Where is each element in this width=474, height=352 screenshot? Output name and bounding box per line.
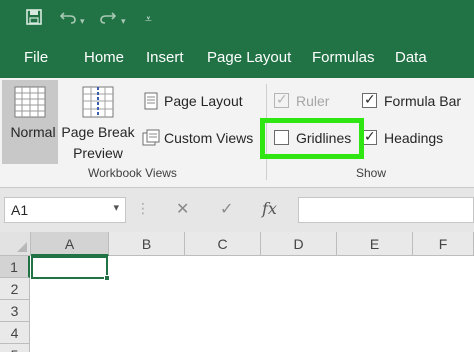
column-header-a[interactable]: A <box>31 232 109 256</box>
page-break-label-line2: Preview <box>73 145 123 161</box>
column-header-e[interactable]: E <box>337 232 413 256</box>
formula-input[interactable] <box>298 197 474 223</box>
headings-checkbox[interactable]: ✓ Headings <box>362 127 474 151</box>
formula-bar-checkbox[interactable]: ✓ Formula Bar <box>362 90 474 114</box>
custom-views-button[interactable]: Custom Views <box>142 127 262 151</box>
headings-check-icon: ✓ <box>362 128 377 145</box>
enter-icon[interactable]: ✓ <box>220 199 233 219</box>
custom-views-icon <box>142 129 160 152</box>
page-break-preview-button[interactable]: Page Break Preview <box>60 80 136 164</box>
formula-bar-label: Formula Bar <box>384 93 462 109</box>
name-box-value: A1 <box>11 202 29 218</box>
workbook-views-group-label: Workbook Views <box>88 166 177 180</box>
ribbon-tabs: File Home Insert Page Layout Formulas Da… <box>0 38 474 78</box>
active-cell[interactable] <box>31 256 110 281</box>
formula-bar-grip-icon: ⋮ <box>136 200 150 216</box>
redo-dropdown-icon[interactable]: ▾ <box>121 12 126 30</box>
page-layout-view-label: Page Layout <box>164 93 243 109</box>
ruler-label: Ruler <box>296 93 330 109</box>
customize-toolbar-icon[interactable]: ⩡ <box>145 10 152 28</box>
formula-buttons: ✕ ✓ fx <box>150 197 290 223</box>
column-header-c[interactable]: C <box>185 232 261 256</box>
select-all-corner[interactable] <box>0 232 31 256</box>
page-break-preview-icon <box>82 86 114 123</box>
normal-view-label: Normal <box>10 124 56 140</box>
normal-view-icon <box>14 86 46 123</box>
undo-icon[interactable] <box>59 9 76 30</box>
row-header-1[interactable]: 1 <box>0 256 30 278</box>
save-icon[interactable] <box>26 9 42 30</box>
tab-insert[interactable]: Insert <box>146 48 184 68</box>
tab-page-layout[interactable]: Page Layout <box>207 48 291 68</box>
tab-home[interactable]: Home <box>84 48 124 68</box>
page-layout-view-button[interactable]: Page Layout <box>142 90 262 114</box>
gridlines-highlight-box <box>260 118 364 159</box>
normal-view-button[interactable]: Normal <box>2 80 58 164</box>
row-header-4[interactable]: 4 <box>0 322 30 344</box>
page-break-label-line1: Page Break <box>61 124 135 140</box>
column-header-f[interactable]: F <box>413 232 474 256</box>
ruler-check-icon: ✓ <box>274 91 289 108</box>
column-header-d[interactable]: D <box>261 232 337 256</box>
row-header-5[interactable]: 5 <box>0 344 30 352</box>
tab-data[interactable]: Data <box>395 48 427 68</box>
custom-views-label: Custom Views <box>164 130 254 146</box>
row-header-3[interactable]: 3 <box>0 300 30 322</box>
column-header-b[interactable]: B <box>109 232 185 256</box>
fill-handle[interactable] <box>104 275 110 281</box>
worksheet-grid: A B C D E F 1 2 3 4 5 <box>0 232 474 352</box>
ruler-checkbox[interactable]: ✓ Ruler <box>274 90 364 114</box>
page-layout-view-icon <box>144 92 158 115</box>
ribbon-view: Normal Page Break Preview Page Layout Cu… <box>0 78 474 188</box>
formula-bar: A1 ▾ ⋮ ✕ ✓ fx <box>0 188 474 232</box>
name-box[interactable]: A1 ▾ <box>4 197 126 223</box>
show-group-label: Show <box>356 166 387 180</box>
chevron-down-icon[interactable]: ▾ <box>113 201 119 214</box>
headings-label: Headings <box>384 130 444 146</box>
redo-icon[interactable] <box>100 9 117 30</box>
tab-formulas[interactable]: Formulas <box>312 48 375 68</box>
row-header-2[interactable]: 2 <box>0 278 30 300</box>
insert-function-icon[interactable]: fx <box>262 199 277 218</box>
cancel-icon[interactable]: ✕ <box>176 199 189 219</box>
formula-bar-check-icon: ✓ <box>362 91 377 108</box>
tab-file[interactable]: File <box>24 48 48 68</box>
quick-access-toolbar: ▾ ▾ ⩡ <box>0 0 474 38</box>
undo-dropdown-icon[interactable]: ▾ <box>80 12 85 30</box>
